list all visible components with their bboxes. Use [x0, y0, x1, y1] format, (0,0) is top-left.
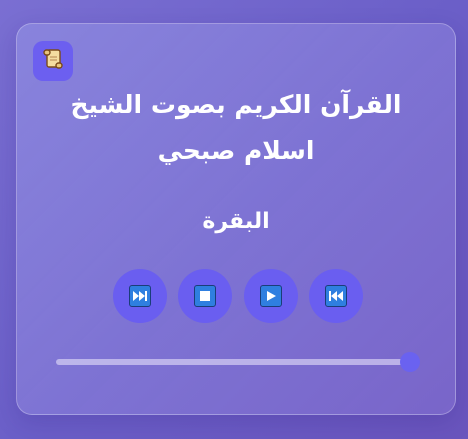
next-track-button[interactable] [113, 269, 167, 323]
player-card: القرآن الكريم بصوت الشيخ اسلام صبحي البق… [16, 23, 456, 415]
previous-track-button[interactable] [308, 269, 363, 323]
scroll-badge [33, 41, 73, 81]
reciter-title: القرآن الكريم بصوت الشيخ اسلام صبحي [17, 82, 455, 174]
progress-slider[interactable] [56, 352, 420, 372]
stop-button[interactable] [178, 269, 233, 323]
next-track-icon [129, 285, 151, 307]
playback-controls [113, 269, 363, 323]
play-button[interactable] [243, 269, 298, 323]
scroll-icon [41, 47, 65, 75]
previous-track-icon [324, 285, 347, 307]
play-icon [259, 285, 282, 307]
progress-thumb[interactable] [400, 352, 420, 372]
progress-track[interactable] [56, 359, 410, 365]
stop-icon [194, 285, 217, 307]
title-line-1: القرآن الكريم بصوت الشيخ [70, 90, 402, 119]
surah-name: البقرة [202, 209, 270, 234]
title-line-2: اسلام صبحي [157, 136, 315, 165]
